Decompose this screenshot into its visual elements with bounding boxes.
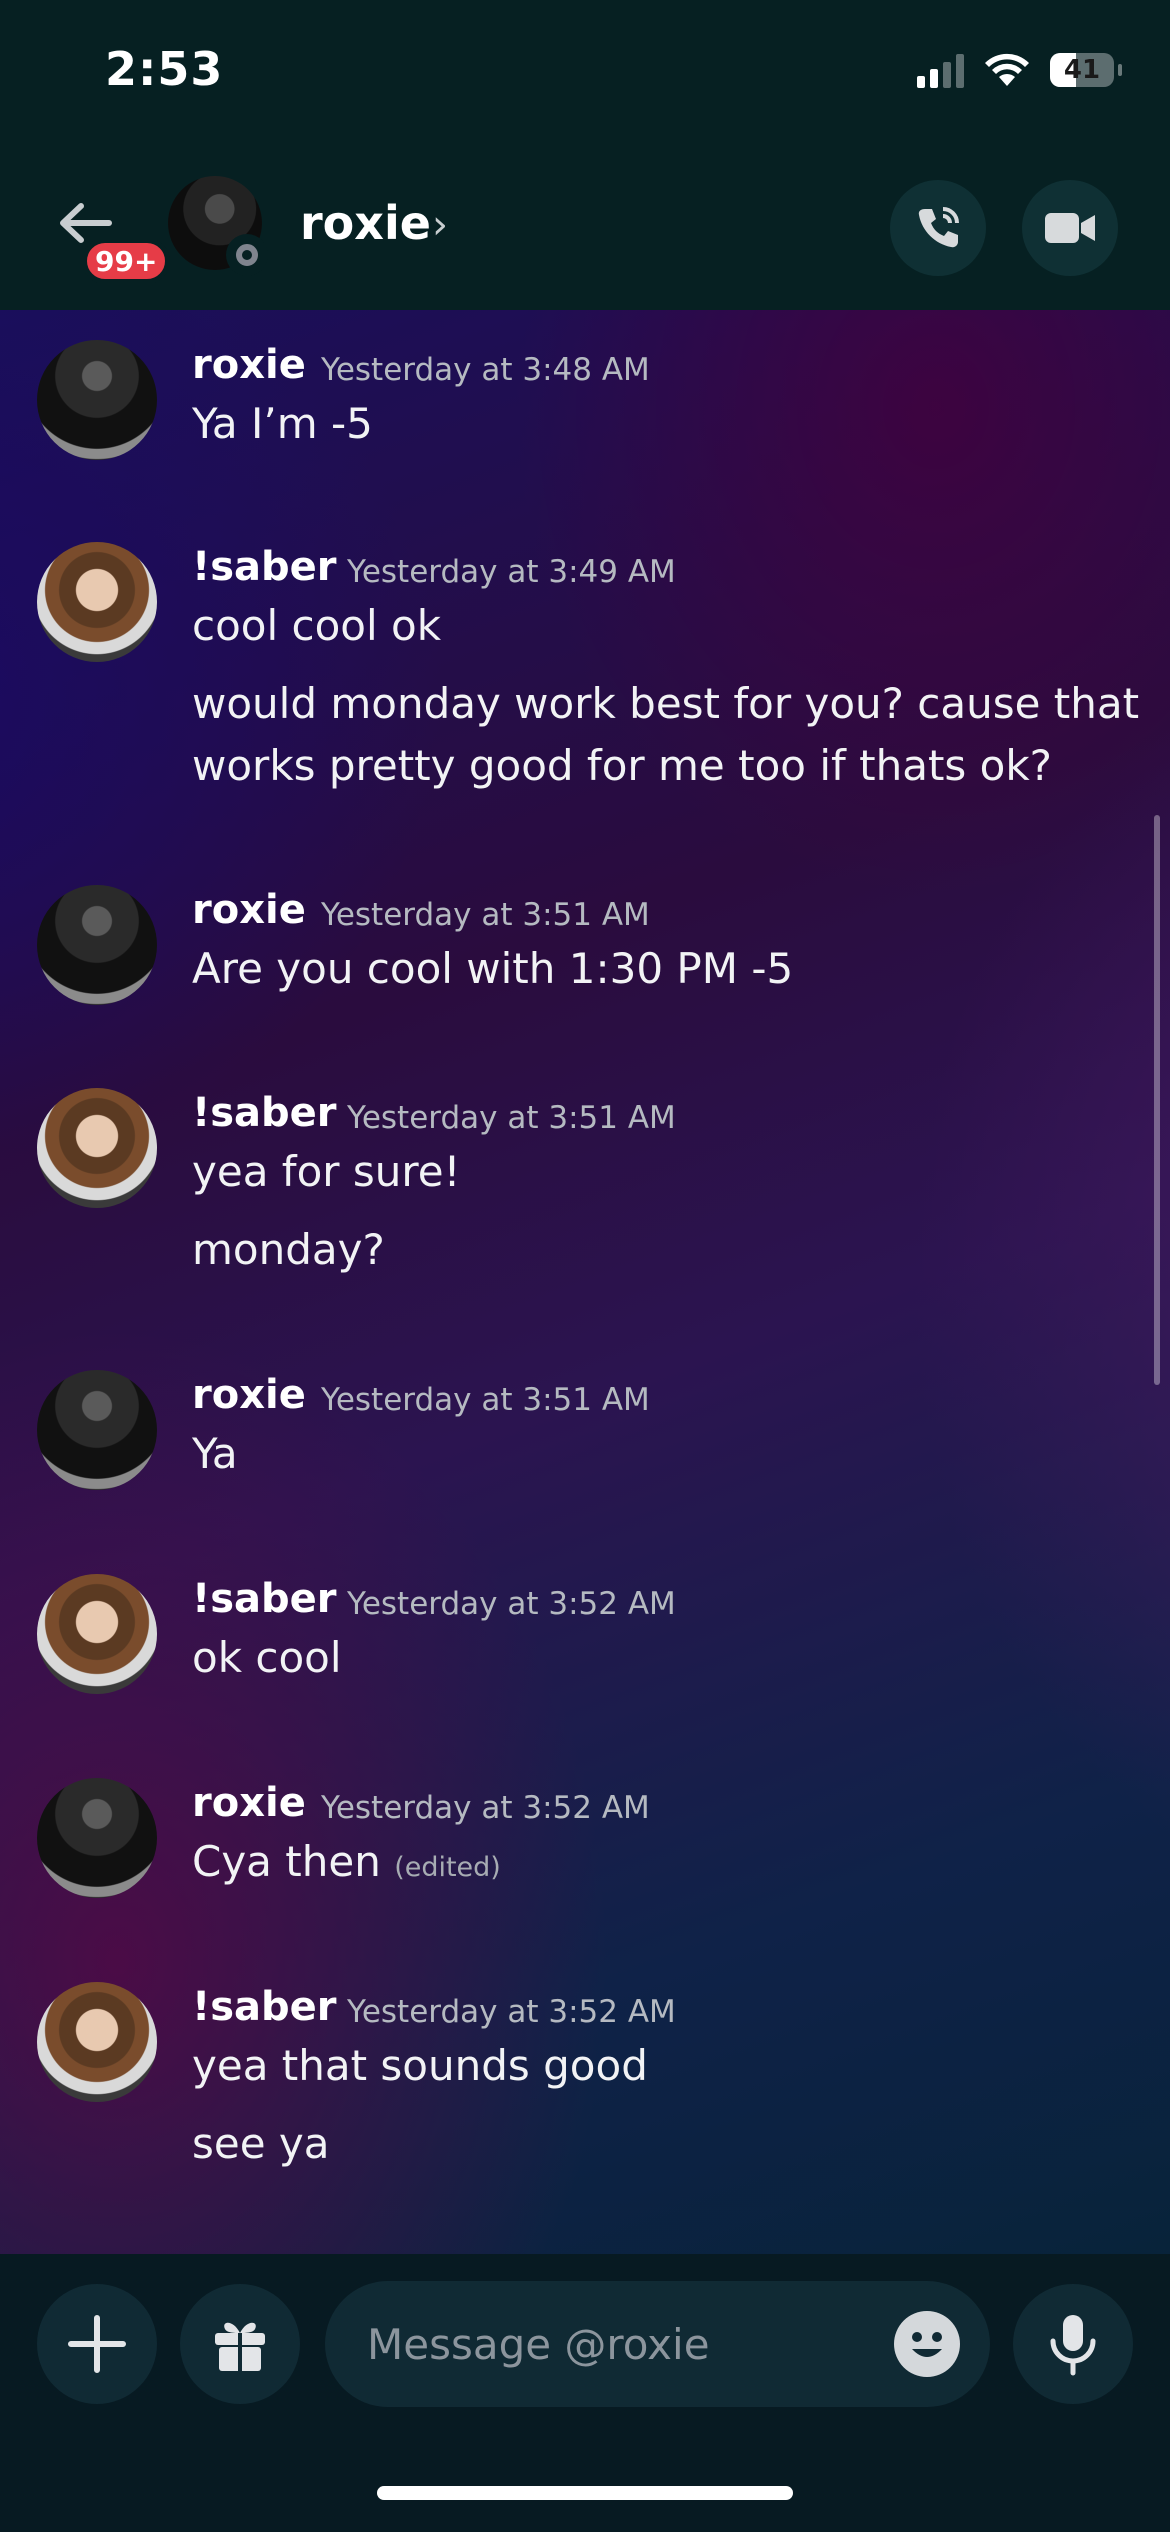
add-attachment-button[interactable]	[37, 2284, 157, 2404]
message-text: Are you cool with 1:30 PM -5	[192, 944, 794, 993]
voice-call-button[interactable]	[890, 180, 986, 276]
message-text: Ya I’m -5	[192, 399, 373, 448]
message-text: works pretty good for me too if thats ok…	[192, 741, 1052, 790]
message-text: ok cool	[192, 1633, 342, 1682]
voice-message-button[interactable]	[1013, 2284, 1133, 2404]
unread-badge: 99+	[82, 238, 171, 284]
message-author[interactable]: roxie	[192, 1780, 306, 1826]
status-icons: 41	[917, 52, 1122, 88]
message-author[interactable]: roxie	[192, 1372, 306, 1418]
wifi-icon	[985, 53, 1029, 86]
message-input-placeholder: Message @roxie	[367, 2319, 710, 2369]
message-text: would monday work best for you? cause th…	[192, 679, 1140, 728]
emoji-icon[interactable]	[894, 2311, 960, 2377]
message-text: see ya	[192, 2119, 330, 2168]
message-input[interactable]: Message @roxie	[325, 2281, 990, 2407]
message-text-content: Cya then	[192, 1837, 381, 1886]
message-list[interactable]: roxie Yesterday at 3:48 AM Ya I’m -5 !sa…	[0, 310, 1170, 2254]
microphone-icon	[1050, 2315, 1096, 2376]
message-text: monday?	[192, 1225, 385, 1274]
message-timestamp: Yesterday at 3:52 AM	[321, 1790, 650, 1826]
message-text: Ya	[192, 1429, 238, 1478]
roxie-avatar[interactable]	[37, 1370, 157, 1490]
message-author[interactable]: roxie	[192, 342, 306, 388]
message-author[interactable]: roxie	[192, 887, 306, 933]
battery-percent: 41	[1063, 55, 1101, 85]
message-text: yea for sure!	[192, 1147, 461, 1196]
scrollbar[interactable]	[1154, 815, 1160, 1385]
chevron-right-icon[interactable]: ›	[432, 202, 448, 248]
offline-status-indicator	[226, 234, 268, 276]
message-timestamp: Yesterday at 3:52 AM	[347, 1994, 676, 2030]
message-text: cool cool ok	[192, 601, 442, 650]
plus-icon	[68, 2315, 126, 2373]
home-indicator[interactable]	[377, 2486, 793, 2500]
message-author[interactable]: !saber	[192, 1984, 337, 2030]
message-timestamp: Yesterday at 3:49 AM	[347, 554, 676, 590]
video-call-button[interactable]	[1022, 180, 1118, 276]
gift-icon	[215, 2322, 265, 2371]
message-timestamp: Yesterday at 3:51 AM	[321, 1382, 650, 1418]
phone-call-icon	[918, 207, 959, 248]
saber-avatar[interactable]	[37, 1574, 157, 1694]
saber-avatar[interactable]	[37, 542, 157, 662]
status-time: 2:53	[105, 42, 224, 96]
message-timestamp: Yesterday at 3:48 AM	[321, 352, 650, 388]
video-camera-icon	[1045, 213, 1095, 243]
edited-label: (edited)	[394, 1852, 501, 1883]
message-author[interactable]: !saber	[192, 1576, 337, 1622]
dm-header: 99+ roxie ›	[0, 150, 1170, 312]
cellular-signal-icon	[917, 52, 964, 88]
message-author[interactable]: !saber	[192, 1090, 337, 1136]
contact-name[interactable]: roxie	[300, 196, 431, 250]
saber-avatar[interactable]	[37, 1982, 157, 2102]
status-bar: 2:53 41	[0, 0, 1170, 150]
saber-avatar[interactable]	[37, 1088, 157, 1208]
roxie-avatar[interactable]	[37, 340, 157, 460]
message-text: Cya then (edited)	[192, 1830, 501, 1900]
message-timestamp: Yesterday at 3:52 AM	[347, 1586, 676, 1622]
gift-button[interactable]	[180, 2284, 300, 2404]
roxie-avatar[interactable]	[37, 1778, 157, 1898]
message-timestamp: Yesterday at 3:51 AM	[347, 1100, 676, 1136]
battery-icon: 41	[1050, 53, 1122, 87]
roxie-avatar[interactable]	[37, 885, 157, 1005]
message-timestamp: Yesterday at 3:51 AM	[321, 897, 650, 933]
message-text: yea that sounds good	[192, 2041, 648, 2090]
message-author[interactable]: !saber	[192, 544, 337, 590]
